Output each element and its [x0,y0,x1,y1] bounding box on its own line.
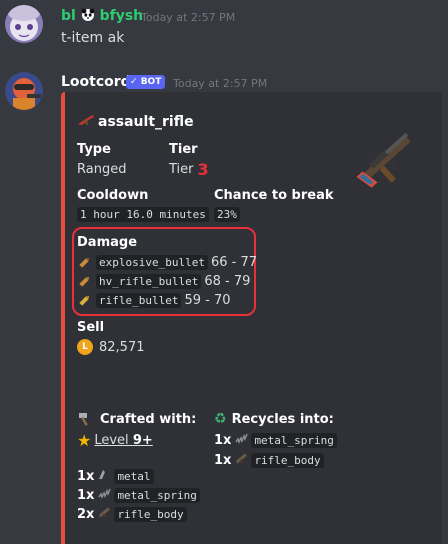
message-content: t-item ak [61,30,125,46]
craft-item-name: rifle_body [114,506,187,522]
ammo-name: hv_rifle_bullet [96,273,202,289]
recycle-qty: 1x [214,452,232,468]
craft-qty: 1x [77,487,95,503]
username[interactable]: bl bfysh [61,8,143,26]
sell-value-row: L 82,571 [77,339,145,355]
sell-value: 82,571 [99,339,145,355]
recycle-item-name: rifle_body [251,452,324,468]
craft-item: 1x metal_spring [77,486,200,504]
damage-row: rifle_bullet 59 - 70 [77,292,231,308]
recycle-item: 1x rifle_body [214,451,324,469]
recycles-label: Recycles into: [231,411,334,427]
tier-number: 3 [197,160,209,179]
crafted-header: Crafted with: [77,411,196,427]
star-icon: ★ [77,431,92,450]
bullet-icon [77,254,93,270]
crafted-label: Crafted with: [100,411,197,427]
craft-qty: 1x [77,468,95,484]
cooldown-value: 1 hour 16.0 minutes [77,207,209,222]
damage-range: 68 - 79 [204,273,251,289]
timestamp: Today at 2:57 PM [141,11,236,24]
cooldown-label: Cooldown [77,188,149,203]
bullet-icon [77,292,93,308]
rifle-body-icon [234,451,248,469]
rifle-icon [77,113,95,131]
hammer-icon [77,411,93,427]
type-label: Type [77,142,111,157]
level-row: ★ Level 9+ [77,431,153,450]
tier-text: Tier [169,162,194,177]
level-requirement[interactable]: Level 9+ [94,433,152,448]
spring-icon [97,486,112,504]
recycle-item: 1x metal_spring [214,431,337,449]
coin-icon: L [77,339,93,355]
craft-item: 1x metal [77,467,154,485]
recycles-header: ♻ Recycles into: [214,411,334,427]
bot-username[interactable]: Lootcord [61,74,131,90]
craft-item: 2x rifle_body [77,505,187,523]
recycle-icon: ♻ [214,411,227,427]
recycle-item-name: metal_spring [251,432,337,448]
bot-avatar[interactable] [5,72,43,110]
damage-range: 66 - 77 [210,254,258,270]
break-value: 23% [214,207,240,222]
craft-item-name: metal_spring [114,487,200,503]
sell-label: Sell [77,320,105,335]
embed-title: assault_rifle [98,114,194,130]
damage-row: explosive_bullet 66 - 77 [77,254,257,270]
tier-label: Tier [169,142,198,157]
craft-item-name: metal [114,468,154,484]
rifle-body-icon [97,505,111,523]
item-thumbnail [350,120,426,200]
damage-range: 59 - 70 [184,292,231,308]
embed-title-row: assault_rifle [77,113,194,131]
type-value: Ranged [77,162,127,177]
damage-label: Damage [77,235,138,250]
ammo-name: explosive_bullet [96,254,208,270]
craft-qty: 2x [77,506,95,522]
timestamp: Today at 2:57 PM [173,77,268,90]
check-icon: ✓ [130,77,138,87]
bot-tag: ✓ BOT [126,75,166,89]
tier-value: Tier 3 [169,160,209,179]
user-avatar[interactable] [5,5,43,43]
ammo-name: rifle_bullet [96,292,182,308]
metal-icon [97,467,111,485]
spring-icon [234,431,249,449]
damage-row: hv_rifle_bullet 68 - 79 [77,273,250,289]
break-label: Chance to break [214,188,334,203]
recycle-qty: 1x [214,432,232,448]
bullet-icon [77,273,93,289]
panda-icon [81,8,95,26]
